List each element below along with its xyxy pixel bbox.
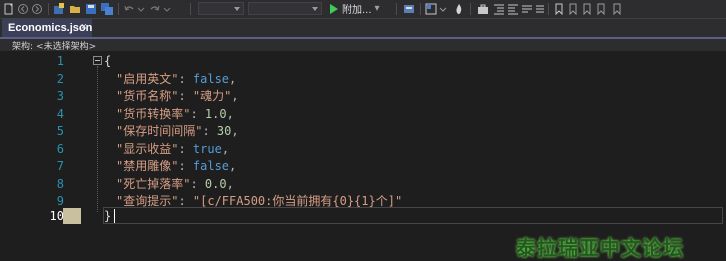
- json-key: "保存时间间隔": [116, 124, 203, 138]
- line-number: 1: [56, 54, 64, 68]
- play-icon: [330, 3, 338, 14]
- line-number-gutter: 1 2 3 4 5 6 7 8 9 10: [0, 51, 70, 250]
- undo-icon[interactable]: [122, 1, 136, 16]
- json-value: false: [192, 159, 230, 173]
- json-value: "[c/FFA500:你当前拥有{0}{1}个]": [192, 194, 403, 208]
- next-bookmark-icon[interactable]: [580, 1, 594, 16]
- current-line-marker: [63, 208, 81, 224]
- current-line-highlight: [103, 207, 723, 224]
- forum-watermark: 泰拉瑞亚中文论坛: [516, 236, 684, 260]
- line-number: 2: [56, 71, 64, 86]
- indent-icon[interactable]: [492, 1, 506, 16]
- document-tab-strip: Economics.json ×: [0, 19, 726, 37]
- new-file-icon[interactable]: [2, 1, 16, 16]
- json-line: "显示收益": true,: [116, 141, 230, 156]
- json-key: "查询提示": [116, 194, 179, 208]
- toolbar-separator: [396, 3, 397, 15]
- json-key: "显示收益": [116, 141, 179, 156]
- chevron-down-icon[interactable]: [438, 1, 448, 16]
- json-value: "魂力": [192, 89, 232, 103]
- architecture-bar: 架构: <未选择架构>: [0, 39, 726, 52]
- code-editor[interactable]: 1 2 3 4 5 6 7 8 9 10 { "启用英文": false, "货…: [0, 51, 726, 250]
- json-key: "货币名称": [116, 89, 179, 103]
- flame-icon[interactable]: [452, 1, 466, 16]
- attach-dropdown-arrow[interactable]: ▾: [375, 3, 380, 14]
- close-icon[interactable]: ×: [81, 21, 87, 33]
- bookmark-icon[interactable]: [552, 1, 566, 16]
- save-icon[interactable]: [84, 1, 98, 16]
- toolbar-separator: [470, 3, 471, 15]
- chevron-down-icon[interactable]: [162, 1, 172, 16]
- chevron-down-icon: [312, 7, 318, 11]
- architecture-dropdown[interactable]: <未选择架构>: [36, 39, 96, 52]
- line-number: 7: [56, 159, 64, 173]
- json-key: "禁用雕像": [116, 159, 179, 173]
- attach-label: 附加...: [342, 5, 372, 16]
- tab-economics-json[interactable]: Economics.json ×: [2, 19, 92, 37]
- toolbar: 附加... ▾: [0, 0, 726, 19]
- window-layout-icon[interactable]: [424, 1, 438, 16]
- previous-bookmark-icon[interactable]: [566, 1, 580, 16]
- line-number: 4: [56, 106, 64, 121]
- save-all-icon[interactable]: [100, 1, 114, 16]
- clear-bookmarks-icon[interactable]: [610, 1, 624, 16]
- toolbox-icon[interactable]: [476, 1, 490, 16]
- chevron-down-icon[interactable]: [136, 1, 146, 16]
- toggle-bookmark-icon[interactable]: [594, 1, 608, 16]
- collapse-toggle[interactable]: [93, 56, 102, 65]
- attach-button[interactable]: 附加... ▾: [330, 1, 380, 16]
- toolbar-separator: [190, 3, 191, 15]
- json-line: "货币转换率": 1.0,: [116, 106, 234, 121]
- json-value: 1.0: [204, 106, 227, 121]
- comment-icon[interactable]: [520, 1, 534, 16]
- text-caret: [114, 209, 115, 223]
- json-value: true: [192, 141, 222, 156]
- json-key: "启用英文": [116, 71, 179, 86]
- chevron-down-icon: [234, 7, 240, 11]
- json-line: "启用英文": false,: [116, 71, 237, 86]
- json-line: "死亡掉落率": 0.0,: [116, 176, 234, 191]
- json-key: "货币转换率": [116, 106, 191, 121]
- browser-link-icon[interactable]: [402, 1, 416, 16]
- open-icon[interactable]: [68, 1, 82, 16]
- json-value: 0.0: [204, 176, 227, 191]
- toolbar-separator: [420, 3, 421, 15]
- toolbar-separator: [118, 3, 119, 15]
- uncomment-icon[interactable]: [534, 1, 548, 16]
- json-value: 30: [216, 124, 232, 138]
- line-number: 3: [56, 89, 64, 103]
- toolbar-separator: [548, 3, 549, 15]
- configuration-dropdown[interactable]: [198, 2, 244, 15]
- line-number: 6: [56, 141, 64, 156]
- architecture-label: 架构:: [12, 41, 34, 52]
- navigate-forward-icon[interactable]: [30, 1, 44, 16]
- open-brace: {: [104, 54, 112, 68]
- json-line: "禁用雕像": false,: [116, 159, 237, 173]
- navigate-back-icon[interactable]: [16, 1, 30, 16]
- json-line: "货币名称": "魂力",: [116, 89, 239, 103]
- redo-icon[interactable]: [148, 1, 162, 16]
- current-line-number: 10: [49, 209, 64, 223]
- new-item-icon[interactable]: [52, 1, 66, 16]
- toolbar-separator: [48, 3, 49, 15]
- platform-dropdown[interactable]: [248, 2, 322, 15]
- json-key: "死亡掉落率": [116, 176, 191, 191]
- json-line: "保存时间间隔": 30,: [116, 124, 239, 138]
- indent-guide: [97, 66, 98, 212]
- outdent-icon[interactable]: [506, 1, 520, 16]
- json-value: false: [192, 71, 230, 86]
- line-number: 5: [56, 124, 64, 138]
- line-number: 8: [56, 176, 64, 191]
